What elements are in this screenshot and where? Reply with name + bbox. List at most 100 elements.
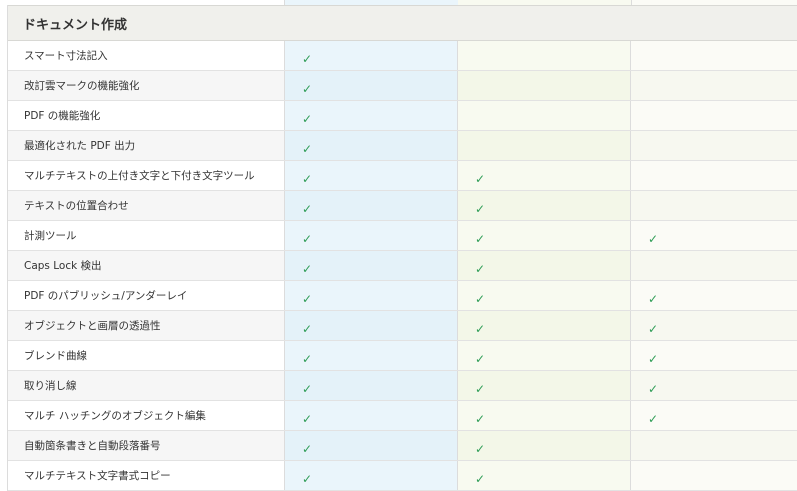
checkmark-icon: ✓ [648, 411, 659, 426]
edition-2-cell [458, 131, 631, 160]
feature-label: PDF の機能強化 [8, 101, 285, 130]
feature-label: PDF のパブリッシュ/アンダーレイ [8, 281, 285, 310]
feature-row: テキストの位置合わせ ✓ ✓ [8, 191, 797, 221]
edition-2-cell: ✓ [458, 341, 631, 370]
feature-label: マルチテキスト文字書式コピー [8, 461, 285, 490]
edition-3-cell [631, 161, 797, 190]
edition-3-cell [631, 431, 797, 460]
edition-1-cell: ✓ [285, 281, 458, 310]
feature-label: Caps Lock 検出 [8, 251, 285, 280]
checkmark-icon: ✓ [302, 141, 313, 156]
edition-1-cell: ✓ [285, 311, 458, 340]
checkmark-icon: ✓ [302, 111, 313, 126]
edition-3-cell: ✓ [631, 341, 797, 370]
edition-3-cell: ✓ [631, 281, 797, 310]
edition-2-cell: ✓ [458, 371, 631, 400]
edition-3-cell [631, 191, 797, 220]
edition-1-cell: ✓ [285, 41, 458, 70]
feature-row: オブジェクトと画層の透過性 ✓ ✓ ✓ [8, 311, 797, 341]
edition-1-cell: ✓ [285, 401, 458, 430]
section-header[interactable]: ドキュメント作成 [8, 5, 797, 41]
checkmark-icon: ✓ [648, 321, 659, 336]
feature-label: 計測ツール [8, 221, 285, 250]
feature-row: 改訂雲マークの機能強化 ✓ [8, 71, 797, 101]
feature-row: マルチテキスト文字書式コピー ✓ ✓ [8, 461, 797, 491]
feature-label: オブジェクトと画層の透過性 [8, 311, 285, 340]
feature-row: 最適化された PDF 出力 ✓ [8, 131, 797, 161]
checkmark-icon: ✓ [302, 411, 313, 426]
feature-label: スマート寸法記入 [8, 41, 285, 70]
edition-1-cell: ✓ [285, 101, 458, 130]
edition-2-cell: ✓ [458, 431, 631, 460]
feature-comparison-page: ドキュメント作成 スマート寸法記入 ✓ 改訂雲マークの機能強化 ✓ PDF の機能強化 ✓… [0, 0, 797, 491]
checkmark-icon: ✓ [475, 381, 486, 396]
edition-2-cell: ✓ [458, 251, 631, 280]
checkmark-icon: ✓ [302, 381, 313, 396]
checkmark-icon: ✓ [648, 291, 659, 306]
feature-row: PDF の機能強化 ✓ [8, 101, 797, 131]
edition-3-cell [631, 71, 797, 100]
edition-1-cell: ✓ [285, 191, 458, 220]
edition-3-cell [631, 251, 797, 280]
edition-1-cell: ✓ [285, 71, 458, 100]
edition-2-cell [458, 101, 631, 130]
checkmark-icon: ✓ [302, 291, 313, 306]
checkmark-icon: ✓ [475, 201, 486, 216]
edition-1-cell: ✓ [285, 251, 458, 280]
feature-row: PDF のパブリッシュ/アンダーレイ ✓ ✓ ✓ [8, 281, 797, 311]
checkmark-icon: ✓ [302, 51, 313, 66]
edition-2-cell: ✓ [458, 161, 631, 190]
checkmark-icon: ✓ [302, 81, 313, 96]
checkmark-icon: ✓ [302, 471, 313, 486]
checkmark-icon: ✓ [475, 441, 486, 456]
feature-rows: スマート寸法記入 ✓ 改訂雲マークの機能強化 ✓ PDF の機能強化 ✓ 最適化された PD… [8, 41, 797, 491]
edition-3-cell [631, 41, 797, 70]
checkmark-icon: ✓ [475, 321, 486, 336]
feature-row: スマート寸法記入 ✓ [8, 41, 797, 71]
section-title: ドキュメント作成 [23, 17, 128, 33]
checkmark-icon: ✓ [302, 171, 313, 186]
checkmark-icon: ✓ [302, 441, 313, 456]
edition-3-cell [631, 461, 797, 490]
checkmark-icon: ✓ [648, 351, 659, 366]
checkmark-icon: ✓ [302, 351, 313, 366]
checkmark-icon: ✓ [648, 231, 659, 246]
edition-1-cell: ✓ [285, 221, 458, 250]
checkmark-icon: ✓ [648, 381, 659, 396]
feature-row: マルチ ハッチングのオブジェクト編集 ✓ ✓ ✓ [8, 401, 797, 431]
checkmark-icon: ✓ [302, 261, 313, 276]
checkmark-icon: ✓ [302, 201, 313, 216]
edition-3-cell: ✓ [631, 221, 797, 250]
edition-3-cell: ✓ [631, 311, 797, 340]
edition-2-cell [458, 41, 631, 70]
feature-row: Caps Lock 検出 ✓ ✓ [8, 251, 797, 281]
feature-row: ブレンド曲線 ✓ ✓ ✓ [8, 341, 797, 371]
checkmark-icon: ✓ [302, 321, 313, 336]
edition-3-cell [631, 101, 797, 130]
feature-label: ブレンド曲線 [8, 341, 285, 370]
edition-1-cell: ✓ [285, 371, 458, 400]
feature-row: 自動箇条書きと自動段落番号 ✓ ✓ [8, 431, 797, 461]
checkmark-icon: ✓ [475, 291, 486, 306]
checkmark-icon: ✓ [475, 351, 486, 366]
feature-label: マルチテキストの上付き文字と下付き文字ツール [8, 161, 285, 190]
edition-1-cell: ✓ [285, 131, 458, 160]
feature-table: ドキュメント作成 スマート寸法記入 ✓ 改訂雲マークの機能強化 ✓ PDF の機能強化 ✓… [7, 5, 797, 491]
edition-1-cell: ✓ [285, 161, 458, 190]
feature-row: 取り消し線 ✓ ✓ ✓ [8, 371, 797, 401]
edition-2-cell: ✓ [458, 281, 631, 310]
edition-2-cell [458, 71, 631, 100]
edition-1-cell: ✓ [285, 431, 458, 460]
edition-3-cell: ✓ [631, 371, 797, 400]
feature-label: テキストの位置合わせ [8, 191, 285, 220]
feature-label: 改訂雲マークの機能強化 [8, 71, 285, 100]
edition-1-cell: ✓ [285, 461, 458, 490]
checkmark-icon: ✓ [475, 261, 486, 276]
checkmark-icon: ✓ [475, 411, 486, 426]
checkmark-icon: ✓ [475, 171, 486, 186]
feature-label: マルチ ハッチングのオブジェクト編集 [8, 401, 285, 430]
edition-3-cell [631, 131, 797, 160]
feature-row: マルチテキストの上付き文字と下付き文字ツール ✓ ✓ [8, 161, 797, 191]
checkmark-icon: ✓ [302, 231, 313, 246]
edition-2-cell: ✓ [458, 221, 631, 250]
